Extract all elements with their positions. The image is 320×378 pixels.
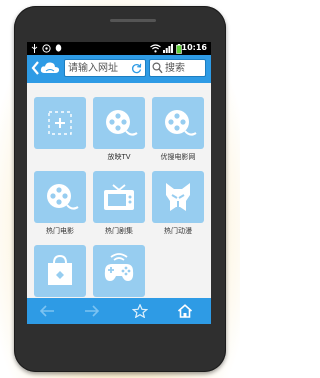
film-reel-icon — [106, 110, 138, 136]
wifi-icon — [150, 44, 161, 53]
url-input[interactable]: 请输入网址 — [64, 59, 146, 77]
tile-shopping[interactable] — [34, 245, 86, 297]
back-icon[interactable] — [39, 304, 55, 318]
tile-label: 热门电影 — [46, 227, 74, 235]
add-icon — [48, 111, 72, 135]
phone-screen: 10:16 请输入网址 搜索 放映TV 优搜电影网 热门电影 热门剧集 热门动漫 — [27, 42, 211, 324]
tile-hot-anime[interactable] — [152, 171, 204, 223]
gamepad-icon — [104, 253, 134, 281]
tile-games[interactable] — [93, 245, 145, 297]
favorite-star-icon[interactable] — [132, 304, 148, 318]
bottom-navigation-bar — [27, 298, 211, 324]
tile-fangying-tv[interactable] — [93, 97, 145, 149]
refresh-icon[interactable] — [131, 63, 142, 74]
tile-hot-series[interactable] — [93, 171, 145, 223]
tile-yousou-movie[interactable] — [152, 97, 204, 149]
status-time: 10:16 — [181, 43, 207, 52]
signal-icon — [163, 44, 173, 53]
notification-icon — [42, 44, 51, 53]
tile-label: 优搜电影网 — [160, 153, 196, 161]
transformer-icon — [166, 183, 190, 211]
status-bar: 10:16 — [27, 42, 211, 55]
film-reel-icon — [47, 184, 79, 210]
tile-label: 热门动漫 — [164, 227, 192, 235]
tile-add[interactable] — [34, 97, 86, 149]
tile-label: 热门剧集 — [105, 227, 133, 235]
forward-icon[interactable] — [84, 304, 100, 318]
shopping-bag-icon — [48, 254, 72, 285]
tile-label: 放映TV — [107, 153, 131, 161]
url-placeholder: 请输入网址 — [68, 63, 118, 74]
qq-icon — [55, 44, 62, 52]
search-input[interactable]: 搜索 — [149, 59, 206, 77]
tv-icon — [104, 184, 134, 210]
home-icon[interactable] — [177, 304, 193, 318]
search-placeholder: 搜索 — [165, 63, 185, 74]
search-icon — [152, 62, 163, 74]
browser-toolbar: 请输入网址 搜索 — [27, 55, 211, 83]
speaker-grille — [110, 19, 156, 22]
usb-icon — [31, 44, 38, 53]
film-reel-icon — [165, 110, 197, 136]
tile-hot-movies[interactable] — [34, 171, 86, 223]
cloud-logo-icon[interactable] — [40, 60, 60, 76]
back-arrow-icon[interactable] — [30, 61, 40, 75]
